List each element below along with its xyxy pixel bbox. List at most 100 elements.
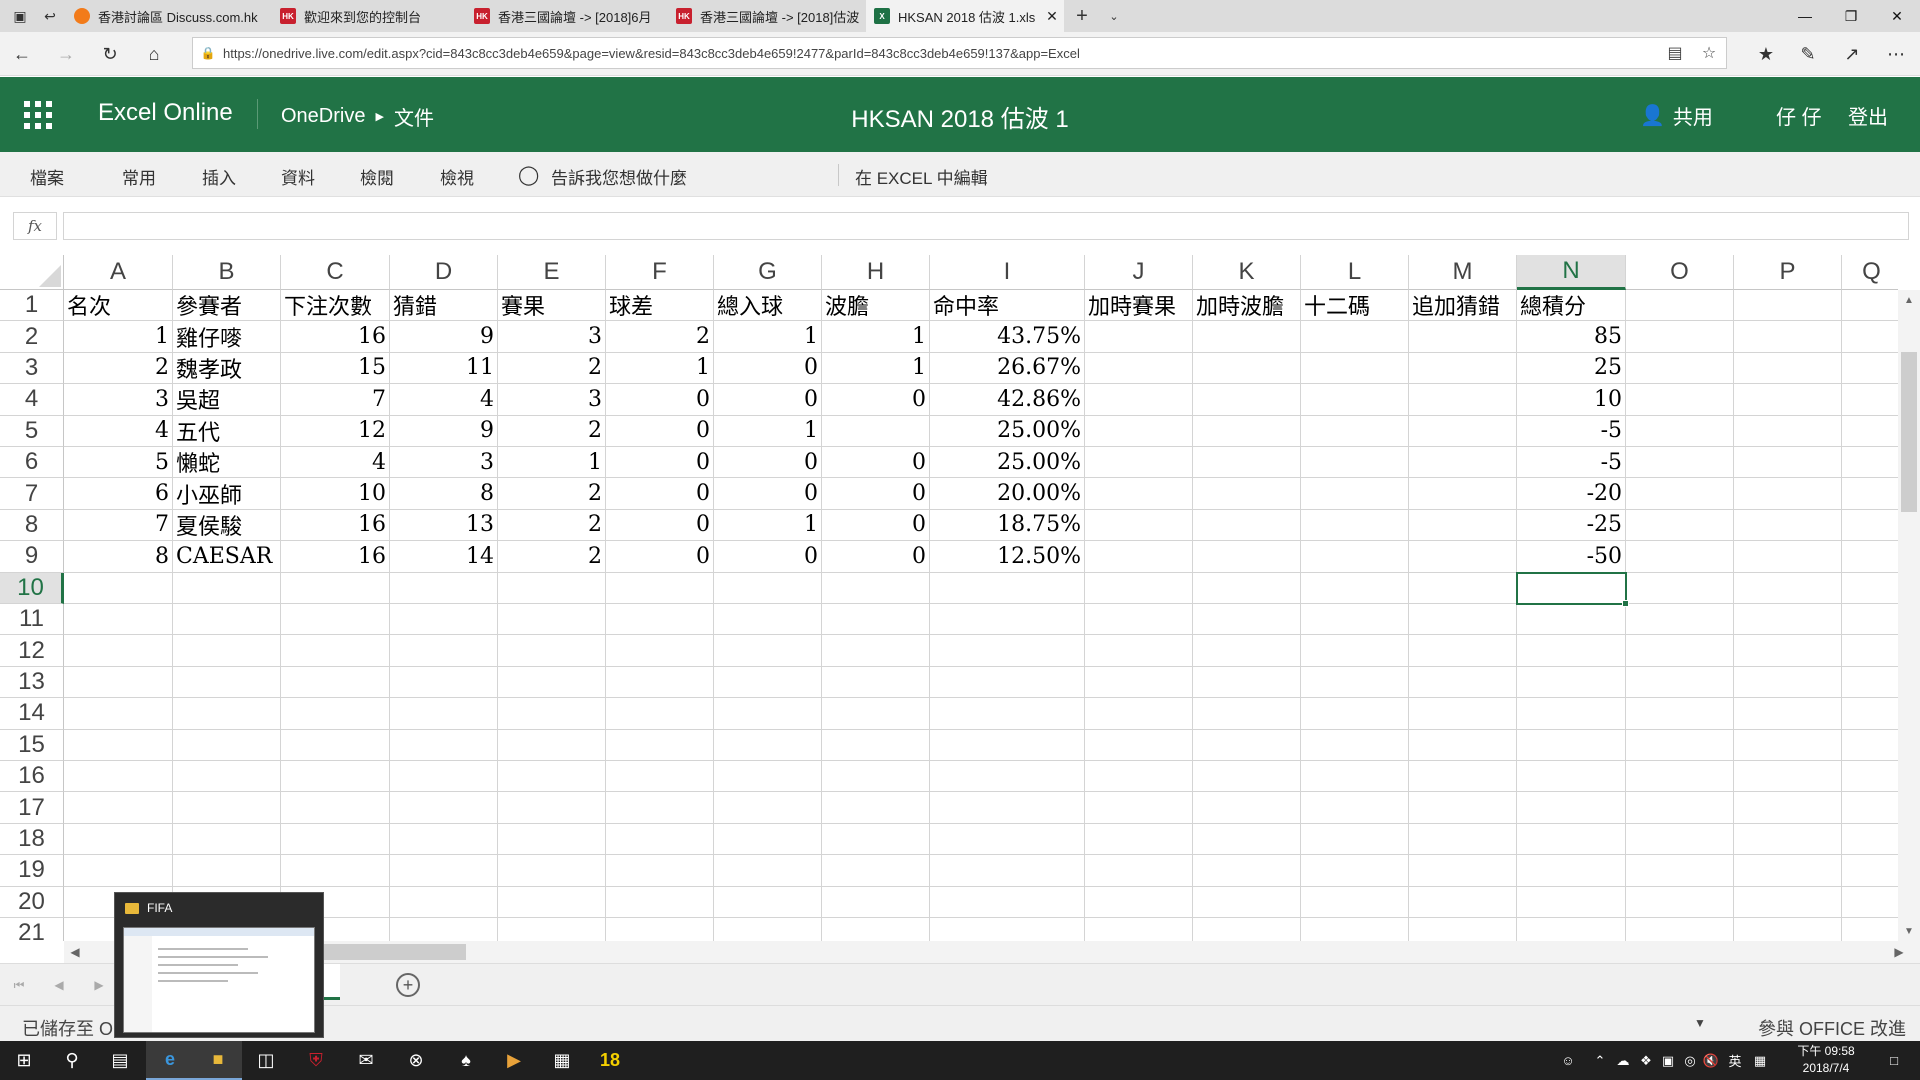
cell-p5[interactable] (1734, 415, 1842, 447)
cell-j10[interactable] (1085, 572, 1193, 604)
task-view-icon[interactable]: ▤ (96, 1041, 144, 1080)
cell-p11[interactable] (1734, 604, 1842, 636)
cell-q5[interactable] (1842, 416, 1898, 447)
windows-start-icon[interactable]: ⊞ (0, 1041, 48, 1080)
cell-q16[interactable] (1842, 761, 1898, 793)
cell-h7[interactable]: 0 (822, 478, 930, 510)
cell-c15[interactable] (281, 729, 390, 761)
cell-g20[interactable] (714, 886, 822, 918)
cell-k4[interactable] (1193, 384, 1301, 416)
cell-b9[interactable]: CAESAR (173, 541, 281, 573)
cell-j20[interactable] (1085, 886, 1193, 918)
cell-c3[interactable]: 15 (281, 352, 390, 385)
cell-m8[interactable] (1409, 509, 1517, 542)
cell-d18[interactable] (390, 823, 498, 856)
cell-i18[interactable] (930, 823, 1085, 856)
menu-insert[interactable]: 插入 (202, 164, 236, 189)
formula-input[interactable] (63, 212, 1909, 240)
app-badge-18[interactable]: 18 (586, 1041, 634, 1080)
cell-k18[interactable] (1193, 823, 1301, 856)
column-header-o[interactable]: O (1626, 255, 1734, 290)
cell-c14[interactable] (281, 698, 390, 730)
cell-q2[interactable] (1842, 321, 1898, 353)
cell-l21[interactable] (1301, 918, 1409, 941)
cell-f18[interactable] (606, 823, 714, 856)
cell-i8[interactable]: 18.75% (930, 509, 1085, 542)
ime-indicator[interactable]: 英 (1724, 1041, 1746, 1080)
cell-o3[interactable] (1626, 352, 1734, 385)
user-name[interactable]: 仔 仔 (1776, 101, 1822, 130)
cell-c18[interactable] (281, 823, 390, 856)
cell-o11[interactable] (1626, 604, 1734, 636)
cell-c6[interactable]: 4 (281, 447, 390, 479)
column-header-n[interactable]: N (1517, 255, 1626, 290)
menu-view[interactable]: 檢視 (440, 164, 474, 189)
cell-l7[interactable] (1301, 478, 1409, 510)
cell-d6[interactable]: 3 (390, 447, 498, 479)
cell-i14[interactable] (930, 698, 1085, 730)
cell-i6[interactable]: 25.00% (930, 447, 1085, 479)
cell-o8[interactable] (1626, 509, 1734, 542)
app-name[interactable]: Excel Online (98, 99, 233, 127)
store-icon[interactable]: ◫ (242, 1041, 290, 1080)
cell-p16[interactable] (1734, 761, 1842, 793)
cell-e19[interactable] (498, 855, 606, 887)
cell-i1[interactable]: 命中率 (930, 290, 1085, 322)
cell-p14[interactable] (1734, 698, 1842, 730)
cell-b4[interactable]: 吳超 (173, 384, 281, 416)
prev-sheet-icon[interactable]: ◀ (48, 974, 70, 996)
cell-j1[interactable]: 加時賽果 (1085, 290, 1193, 322)
cell-n1[interactable]: 總積分 (1517, 290, 1626, 322)
cell-d10[interactable] (390, 572, 498, 604)
cell-e11[interactable] (498, 604, 606, 636)
cell-g21[interactable] (714, 918, 822, 941)
cell-o13[interactable] (1626, 666, 1734, 699)
cell-g14[interactable] (714, 698, 822, 730)
cell-n9[interactable]: -50 (1517, 541, 1626, 573)
cell-n8[interactable]: -25 (1517, 509, 1626, 542)
cell-a16[interactable] (64, 761, 173, 793)
ime-mode-icon[interactable]: ▦ (1748, 1041, 1772, 1080)
volume-muted-icon[interactable]: 🔇 (1700, 1041, 1722, 1080)
cell-g6[interactable]: 0 (714, 447, 822, 479)
cell-g13[interactable] (714, 666, 822, 699)
cell-g9[interactable]: 0 (714, 541, 822, 573)
cell-c10[interactable] (281, 572, 390, 604)
cell-k21[interactable] (1193, 918, 1301, 941)
cell-f1[interactable]: 球差 (606, 290, 714, 322)
cell-g3[interactable]: 0 (714, 352, 822, 385)
set-aside-tabs-icon[interactable]: ↩ (36, 0, 64, 32)
cell-d1[interactable]: 猜錯 (390, 290, 498, 322)
cell-g2[interactable]: 1 (714, 321, 822, 353)
menu-data[interactable]: 資料 (281, 164, 315, 189)
column-header-j[interactable]: J (1085, 255, 1193, 290)
column-header-m[interactable]: M (1409, 255, 1517, 290)
people-icon[interactable]: ☺ (1556, 1041, 1580, 1080)
cell-e2[interactable]: 3 (498, 321, 606, 353)
cell-m1[interactable]: 追加猜錯 (1409, 290, 1517, 322)
cell-h12[interactable] (822, 635, 930, 667)
cell-n17[interactable] (1517, 792, 1626, 824)
cell-n3[interactable]: 25 (1517, 352, 1626, 385)
cell-p9[interactable] (1734, 541, 1842, 573)
next-sheet-icon[interactable]: ▶ (88, 974, 110, 996)
cell-b19[interactable] (173, 855, 281, 887)
cell-l1[interactable]: 十二碼 (1301, 290, 1409, 322)
reading-view-icon[interactable]: ▤ (1658, 43, 1692, 63)
cell-c4[interactable]: 7 (281, 384, 390, 416)
share-icon[interactable]: ↗ (1834, 32, 1870, 76)
refresh-icon[interactable]: ↻ (92, 32, 128, 76)
cell-h2[interactable]: 1 (822, 321, 930, 353)
cell-q17[interactable] (1842, 792, 1898, 824)
dropbox-icon[interactable]: ❖ (1636, 1041, 1656, 1080)
breadcrumb-folder[interactable]: 文件 (394, 102, 434, 131)
row-header-4[interactable]: 4 (0, 384, 64, 416)
scroll-down-icon[interactable]: ▼ (1898, 921, 1920, 941)
home-icon[interactable]: ⌂ (136, 32, 172, 76)
row-header-20[interactable]: 20 (0, 886, 64, 918)
cell-f10[interactable] (606, 572, 714, 604)
cell-c16[interactable] (281, 761, 390, 793)
cell-l20[interactable] (1301, 886, 1409, 918)
cell-o4[interactable] (1626, 384, 1734, 416)
cell-f14[interactable] (606, 698, 714, 730)
